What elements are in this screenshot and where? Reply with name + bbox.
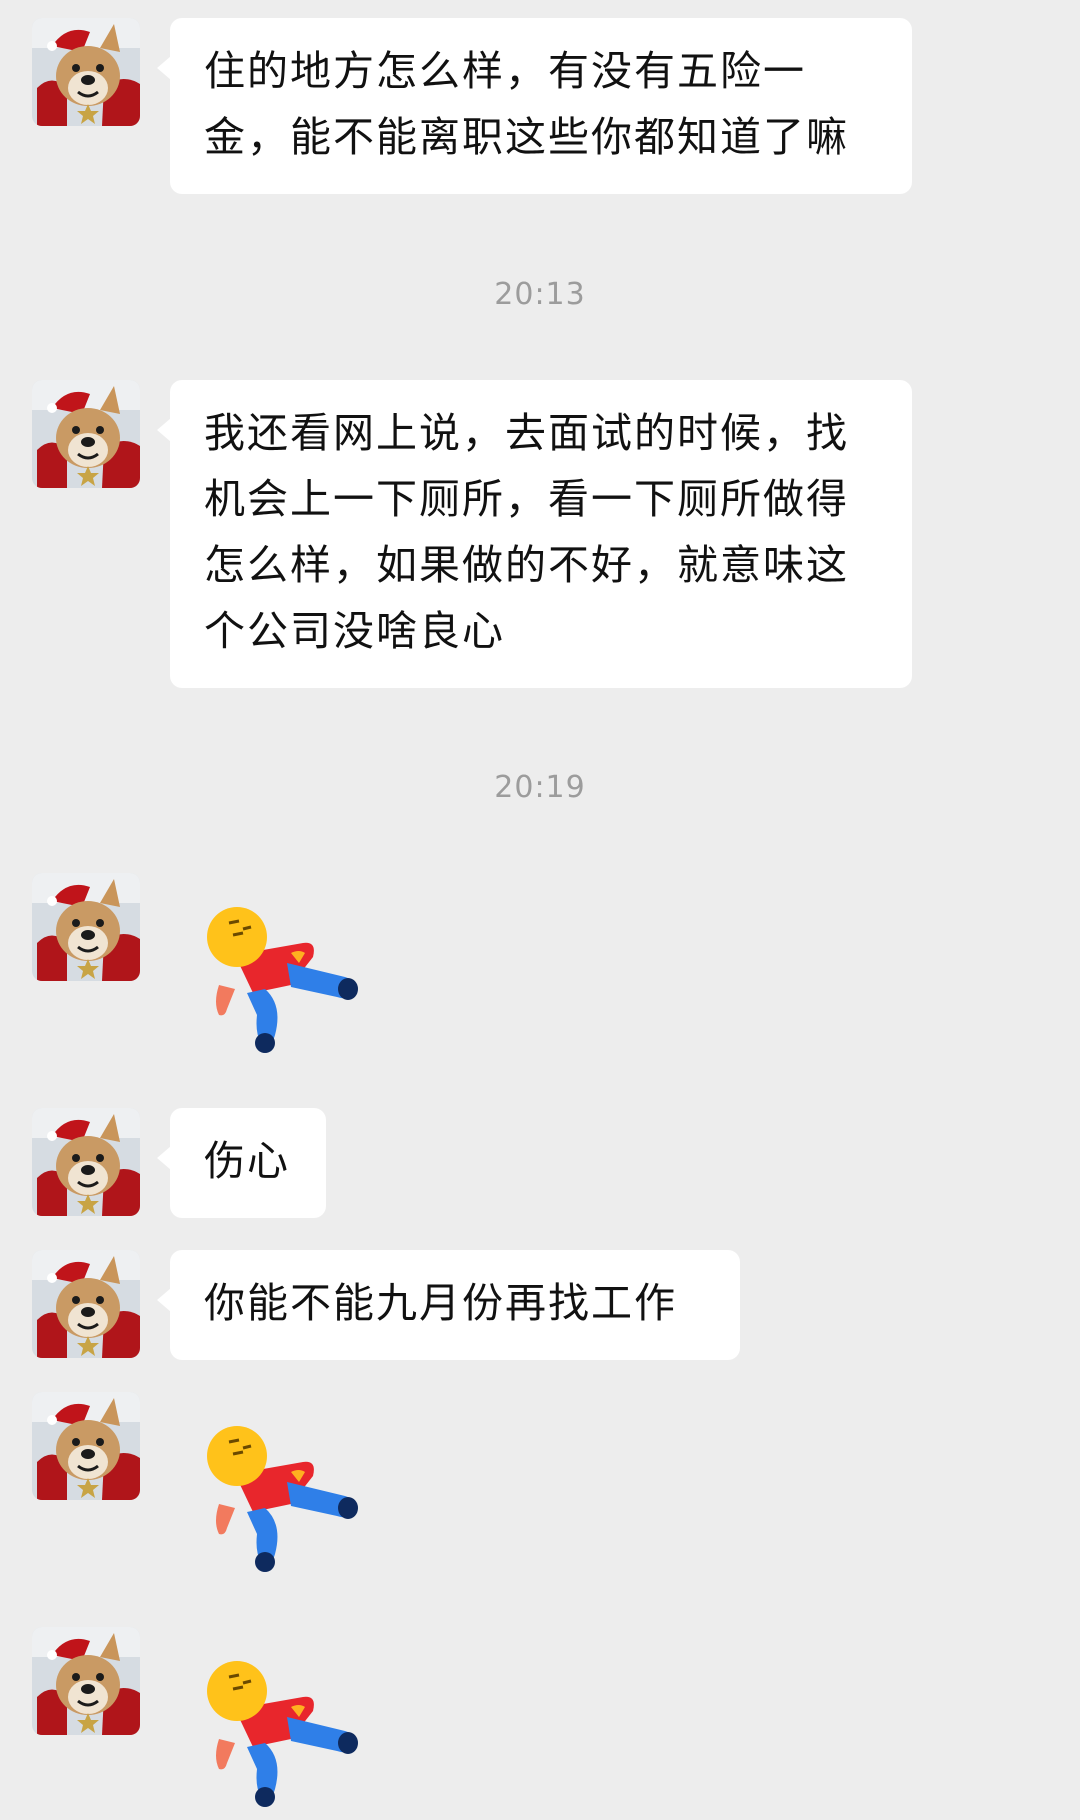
shiba-dog-avatar-icon[interactable] [32, 380, 140, 488]
timestamp: 20:13 [494, 277, 586, 312]
message-text: 你能不能九月份再找工作 [204, 1279, 677, 1327]
message-bubble[interactable]: 住的地方怎么样，有没有五险一金，能不能离职这些你都知道了嘛 [157, 18, 912, 194]
lying-down-person-sticker-icon[interactable] [195, 1647, 375, 1807]
message-bubble[interactable]: 我还看网上说，去面试的时候，找机会上一下厕所，看一下厕所做得怎么样，如果做的不好… [157, 380, 912, 688]
shiba-dog-avatar-icon[interactable] [32, 873, 140, 981]
shiba-dog-avatar-icon[interactable] [32, 18, 140, 126]
message-bubble[interactable]: 你能不能九月份再找工作 [157, 1250, 740, 1360]
lying-down-person-sticker-icon[interactable] [195, 1412, 375, 1572]
message-text: 住的地方怎么样，有没有五险一金，能不能离职这些你都知道了嘛 [204, 47, 849, 161]
shiba-dog-avatar-icon[interactable] [32, 1627, 140, 1735]
lying-down-person-sticker-icon[interactable] [195, 893, 375, 1053]
message-bubble[interactable]: 伤心 [157, 1108, 326, 1218]
shiba-dog-avatar-icon[interactable] [32, 1250, 140, 1358]
shiba-dog-avatar-icon[interactable] [32, 1392, 140, 1500]
shiba-dog-avatar-icon[interactable] [32, 1108, 140, 1216]
message-text: 伤心 [204, 1137, 290, 1185]
message-text: 我还看网上说，去面试的时候，找机会上一下厕所，看一下厕所做得怎么样，如果做的不好… [204, 409, 849, 655]
timestamp: 20:19 [494, 770, 586, 805]
